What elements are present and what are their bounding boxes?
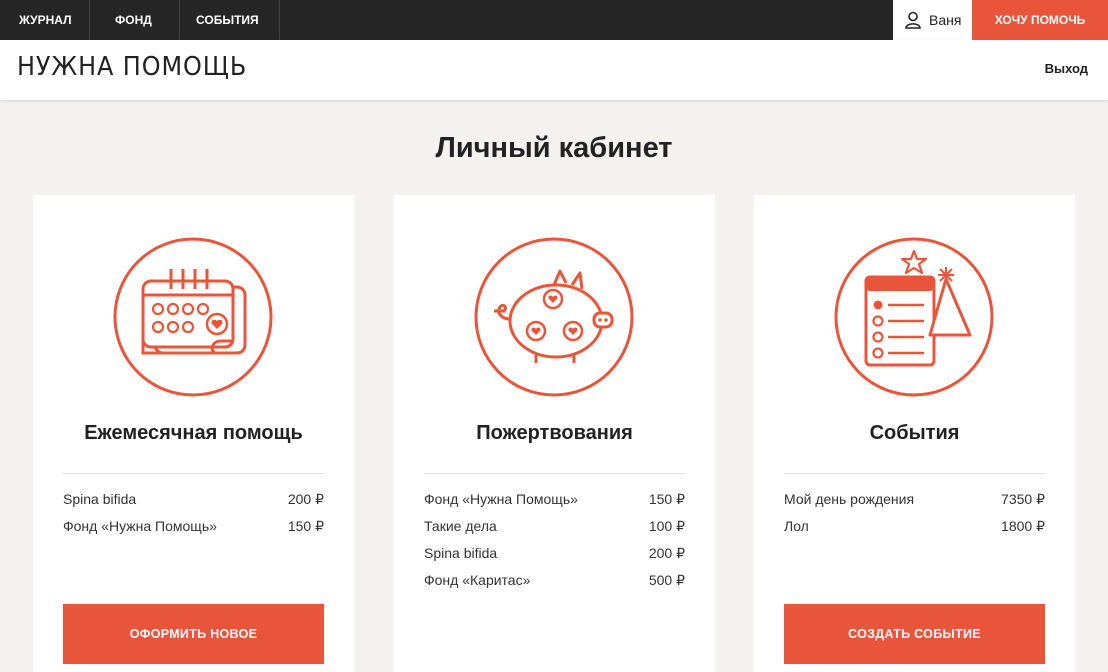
- item-amount: 1800 ₽: [1001, 518, 1045, 534]
- item-amount: 150 ₽: [648, 491, 685, 507]
- list-item[interactable]: Фонд «Нужна Помощь» 150 ₽: [63, 518, 324, 545]
- events-list: Мой день рождения 7350 ₽ Лол 1800 ₽: [784, 491, 1045, 545]
- item-amount: 7350 ₽: [1001, 491, 1045, 507]
- divider: [63, 473, 324, 474]
- top-nav: ЖУРНАЛ ФОНД СОБЫТИЯ: [0, 0, 280, 40]
- user-name: Ваня: [929, 12, 962, 28]
- calendar-icon: [113, 237, 273, 397]
- user-menu[interactable]: Ваня: [893, 0, 972, 40]
- top-bar: ЖУРНАЛ ФОНД СОБЫТИЯ Ваня ХОЧУ ПОМОЧЬ: [0, 0, 1108, 40]
- card-title: Пожертвования: [476, 422, 633, 444]
- item-amount: 500 ₽: [648, 572, 685, 588]
- item-name: Лол: [784, 518, 809, 534]
- divider: [424, 473, 685, 474]
- card-title: Ежемесячная помощь: [84, 422, 303, 444]
- monthly-help-list: Spina bifida 200 ₽ Фонд «Нужна Помощь» 1…: [63, 491, 324, 545]
- logout-link[interactable]: Выход: [1045, 61, 1088, 76]
- event-list-icon: [834, 237, 994, 397]
- create-event-button[interactable]: СОЗДАТЬ СОБЫТИЕ: [784, 604, 1045, 664]
- item-name: Такие дела: [424, 518, 497, 534]
- header: НУЖНА ПОМОЩЬ Выход: [0, 40, 1108, 100]
- create-new-button[interactable]: ОФОРМИТЬ НОВОЕ: [63, 604, 324, 664]
- item-amount: 200 ₽: [648, 545, 685, 561]
- nav-events-link[interactable]: СОБЫТИЯ: [180, 0, 280, 40]
- item-name: Фонд «Нужна Помощь»: [63, 518, 217, 534]
- list-item[interactable]: Фонд «Каритас» 500 ₽: [424, 572, 685, 599]
- item-amount: 100 ₽: [648, 518, 685, 534]
- item-name: Мой день рождения: [784, 491, 915, 507]
- list-item[interactable]: Spina bifida 200 ₽: [424, 545, 685, 572]
- nav-journal-link[interactable]: ЖУРНАЛ: [0, 0, 90, 40]
- monthly-help-card: Ежемесячная помощь Spina bifida 200 ₽ Фо…: [33, 195, 354, 672]
- item-amount: 150 ₽: [287, 518, 324, 534]
- item-amount: 200 ₽: [287, 491, 324, 507]
- item-name: Фонд «Нужна Помощь»: [424, 491, 578, 507]
- list-item[interactable]: Фонд «Нужна Помощь» 150 ₽: [424, 491, 685, 518]
- item-name: Фонд «Каритас»: [424, 572, 531, 588]
- events-card: События Мой день рождения 7350 ₽ Лол 180…: [754, 195, 1075, 672]
- donations-list: Фонд «Нужна Помощь» 150 ₽ Такие дела 100…: [424, 491, 685, 599]
- divider: [784, 473, 1045, 474]
- list-item[interactable]: Лол 1800 ₽: [784, 518, 1045, 545]
- card-title: События: [869, 422, 960, 444]
- page-title: Личный кабинет: [435, 132, 673, 164]
- list-item[interactable]: Spina bifida 200 ₽: [63, 491, 324, 518]
- item-name: Spina bifida: [63, 491, 137, 507]
- nav-fund-link[interactable]: ФОНД: [90, 0, 180, 40]
- donations-card: Пожертвования Фонд «Нужна Помощь» 150 ₽ …: [394, 195, 715, 672]
- item-name: Spina bifida: [424, 545, 498, 561]
- list-item[interactable]: Такие дела 100 ₽: [424, 518, 685, 545]
- want-to-help-button[interactable]: ХОЧУ ПОМОЧЬ: [972, 0, 1108, 40]
- piggy-bank-icon: [474, 237, 634, 397]
- list-item[interactable]: Мой день рождения 7350 ₽: [784, 491, 1045, 518]
- site-logo[interactable]: НУЖНА ПОМОЩЬ: [17, 52, 247, 82]
- user-icon: [905, 11, 921, 29]
